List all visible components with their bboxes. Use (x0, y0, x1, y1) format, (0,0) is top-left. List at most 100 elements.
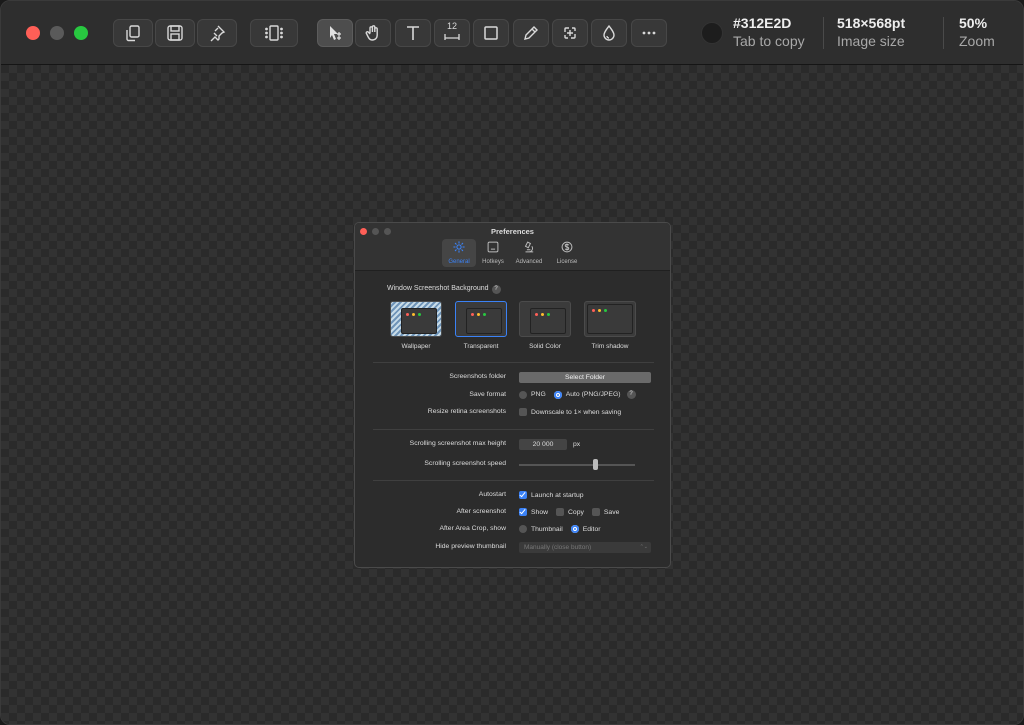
pin-button[interactable] (197, 19, 237, 47)
hide-preview-label: Hide preview thumbnail (435, 543, 506, 550)
screenshots-folder-label: Screenshots folder (449, 373, 506, 380)
autostart-option: Launch at startup (519, 491, 584, 499)
launch-at-startup-checkbox[interactable] (519, 491, 527, 499)
color-hex: #312E2D (733, 15, 792, 31)
zoom-info[interactable]: 50% Zoom (959, 16, 995, 48)
thumbnail-label: Thumbnail (531, 525, 563, 533)
save-format-label: Save format (469, 391, 506, 398)
divider (373, 480, 654, 481)
show-checkbox[interactable] (519, 508, 527, 516)
copy-label: Copy (568, 508, 584, 516)
measure-tool-button[interactable]: 12 (434, 19, 470, 47)
autostart-label: Autostart (478, 491, 506, 498)
after-crop-label: After Area Crop, show (439, 525, 507, 532)
hide-preview-select[interactable]: Manually (close button) (519, 542, 651, 553)
format-auto-label: Auto (PNG/JPEG) (565, 391, 621, 398)
pin-icon (210, 25, 226, 42)
copy-checkbox[interactable] (556, 508, 565, 516)
help-icon[interactable]: ? (491, 285, 501, 294)
tab-license-label: License (556, 259, 578, 265)
rectangle-tool-button[interactable] (473, 19, 509, 47)
more-icon (642, 31, 656, 35)
minimize-window-button[interactable] (50, 26, 64, 40)
captured-preferences-window[interactable]: Preferences General Hotkeys Advanced Lic… (354, 222, 671, 568)
downscale-label: Downscale to 1× when saving (531, 408, 622, 416)
save-format-options: PNG Auto (PNG/JPEG)? (519, 390, 636, 399)
background-option-transparent[interactable] (455, 301, 507, 337)
scroll-height-control: 20 000 px (519, 439, 580, 450)
tab-advanced-label: Advanced (515, 259, 543, 265)
launch-at-startup-label: Launch at startup (531, 491, 584, 499)
resize-retina-label: Resize retina screenshots (427, 408, 506, 415)
zoom-window-button[interactable] (74, 26, 88, 40)
background-label-wallpaper: Wallpaper (401, 343, 431, 350)
image-size-info: 518×568pt Image size (837, 16, 905, 48)
after-screenshot-label: After screenshot (456, 508, 507, 515)
drop-icon (603, 24, 615, 41)
scroll-speed-slider[interactable] (519, 459, 635, 470)
scroll-height-input[interactable]: 20 000 (519, 439, 567, 450)
dollar-icon (561, 241, 573, 253)
background-label-transparent: Transparent (463, 343, 499, 350)
show-label: Show (531, 508, 549, 516)
select-folder-button[interactable]: Select Folder (519, 372, 651, 383)
hand-tool-button[interactable] (355, 19, 391, 47)
editor-radio[interactable] (570, 525, 579, 533)
toolbar: 12 #312E2D Tab to copy 518×568pt Image s… (1, 1, 1023, 65)
tab-hotkeys[interactable]: Hotkeys (476, 239, 510, 267)
keyboard-icon (487, 241, 499, 253)
mini-window (401, 308, 437, 334)
crop-plus-icon (564, 27, 576, 39)
save-label: Save (603, 508, 620, 516)
format-auto-radio[interactable] (553, 390, 562, 399)
mini-window (466, 308, 502, 334)
color-info[interactable]: #312E2D Tab to copy (733, 16, 805, 48)
app-window: 12 #312E2D Tab to copy 518×568pt Image s… (0, 0, 1024, 725)
save-button[interactable] (155, 19, 195, 47)
gear-icon (453, 241, 465, 253)
pencil-tool-button[interactable] (513, 19, 549, 47)
color-swatch[interactable] (701, 22, 723, 44)
tab-hotkeys-label: Hotkeys (482, 259, 504, 265)
editor-label: Editor (582, 525, 601, 533)
zoom-value: 50% (959, 15, 988, 31)
downscale-checkbox[interactable] (519, 408, 527, 416)
select-tool-button[interactable] (317, 19, 353, 47)
close-window-button[interactable] (26, 26, 40, 40)
tab-license[interactable]: License (550, 239, 584, 267)
thumbnail-radio[interactable] (519, 525, 527, 533)
canvas-size-button[interactable] (250, 19, 298, 47)
more-button[interactable] (631, 19, 667, 47)
divider (373, 429, 654, 430)
zoom-label: Zoom (959, 33, 995, 49)
text-icon (407, 26, 419, 40)
text-tool-button[interactable] (395, 19, 431, 47)
tab-general[interactable]: General (442, 239, 476, 267)
image-size-label: Image size (837, 33, 905, 49)
color-hint: Tab to copy (733, 33, 805, 49)
format-png-radio[interactable] (519, 390, 527, 399)
help-icon[interactable]: ? (626, 390, 636, 399)
prefs-title: Preferences (491, 227, 534, 236)
pencil-icon (524, 26, 538, 40)
scroll-height-label: Scrolling screenshot max height (409, 440, 506, 447)
after-screenshot-options: Show Copy Save (519, 508, 619, 516)
rectangle-icon (484, 26, 498, 40)
background-option-wallpaper[interactable] (390, 301, 442, 337)
resize-retina-option: Downscale to 1× when saving (519, 408, 621, 416)
copy-icon (126, 25, 140, 42)
slider-knob[interactable] (593, 459, 599, 470)
blur-tool-button[interactable] (591, 19, 627, 47)
save-checkbox[interactable] (591, 508, 600, 516)
divider (823, 17, 824, 49)
divider (373, 362, 654, 363)
copy-button[interactable] (113, 19, 153, 47)
mini-window (530, 308, 566, 334)
background-option-solid-color[interactable] (519, 301, 571, 337)
cursor-icon (330, 26, 341, 40)
save-icon (167, 25, 183, 41)
background-option-trim-shadow[interactable] (584, 301, 636, 337)
prefs-header: Preferences General Hotkeys Advanced Lic… (355, 223, 670, 271)
crop-add-tool-button[interactable] (552, 19, 588, 47)
tab-advanced[interactable]: Advanced (512, 239, 546, 267)
